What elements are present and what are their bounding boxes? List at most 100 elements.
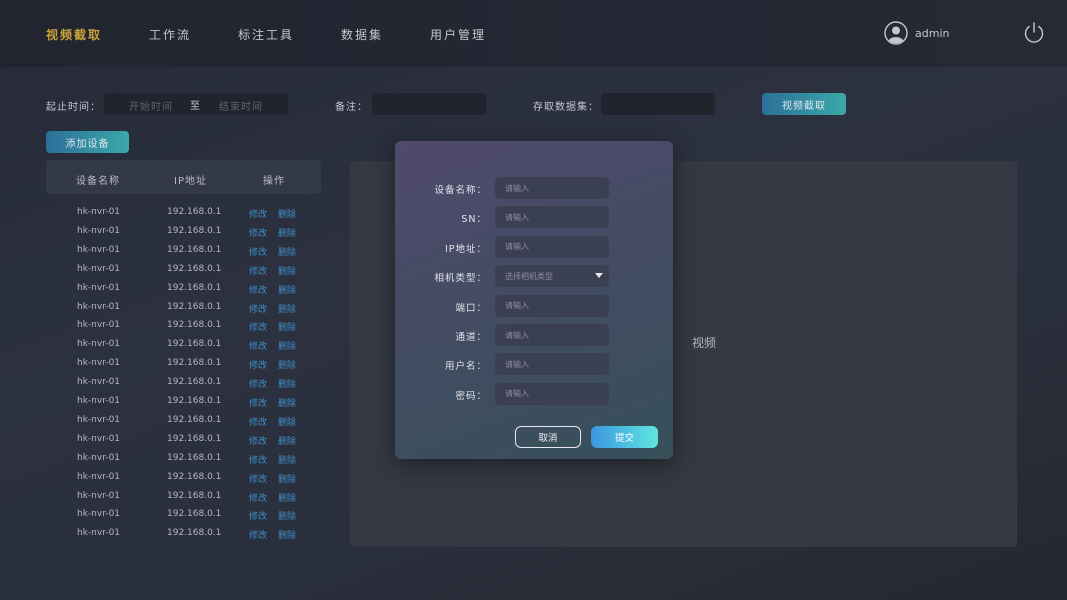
- edit-link[interactable]: 修改: [249, 472, 267, 485]
- device-name-cell: hk-nvr-01: [77, 471, 121, 482]
- device-name-cell: hk-nvr-01: [77, 452, 121, 463]
- column-header-ip: IP地址: [174, 176, 207, 187]
- form-label: IP地址：: [444, 243, 487, 255]
- ip-cell: 192.168.0.1: [167, 490, 222, 501]
- ip-cell: 192.168.0.1: [167, 244, 222, 255]
- dataset-label: 存取数据集：: [533, 102, 599, 113]
- edit-link[interactable]: 修改: [249, 264, 267, 277]
- device-name-cell: hk-nvr-01: [77, 358, 121, 369]
- device-name-cell: hk-nvr-01: [77, 339, 121, 350]
- power-icon[interactable]: [1022, 21, 1046, 45]
- delete-link[interactable]: 删除: [278, 509, 296, 522]
- table-row: hk-nvr-01 192.168.0.1 修改 删除: [46, 453, 321, 472]
- note-input[interactable]: [372, 93, 486, 115]
- note-label: 备注：: [335, 102, 368, 113]
- device-name-cell: hk-nvr-01: [77, 528, 121, 539]
- edit-link[interactable]: 修改: [249, 339, 267, 352]
- form-input[interactable]: [495, 382, 609, 405]
- cancel-button[interactable]: 取消: [515, 426, 581, 448]
- table-row: hk-nvr-01 192.168.0.1 修改 删除: [46, 434, 321, 453]
- delete-link[interactable]: 删除: [278, 207, 296, 220]
- delete-link[interactable]: 删除: [278, 226, 296, 239]
- time-range-separator: 至: [190, 101, 200, 112]
- form-input[interactable]: [495, 324, 609, 346]
- form-input[interactable]: [495, 177, 609, 199]
- delete-link[interactable]: 删除: [278, 245, 296, 258]
- form-input[interactable]: [495, 294, 609, 317]
- form-input[interactable]: [495, 235, 609, 258]
- table-row: hk-nvr-01 192.168.0.1 修改 删除: [46, 472, 321, 491]
- ip-cell: 192.168.0.1: [167, 320, 222, 331]
- delete-link[interactable]: 删除: [278, 453, 296, 466]
- ip-cell: 192.168.0.1: [167, 263, 222, 274]
- device-name-cell: hk-nvr-01: [77, 301, 121, 312]
- form-input[interactable]: [495, 353, 609, 376]
- table-row: hk-nvr-01 192.168.0.1 修改 删除: [46, 339, 321, 358]
- form-label: 通道：: [455, 332, 487, 343]
- delete-link[interactable]: 删除: [278, 283, 296, 296]
- ip-cell: 192.168.0.1: [167, 414, 222, 425]
- edit-link[interactable]: 修改: [249, 226, 267, 239]
- delete-link[interactable]: 删除: [278, 396, 296, 409]
- video-placeholder-label: 视频: [692, 336, 717, 350]
- edit-link[interactable]: 修改: [249, 283, 267, 296]
- device-name-cell: hk-nvr-01: [77, 377, 121, 388]
- edit-link[interactable]: 修改: [249, 396, 267, 409]
- edit-link[interactable]: 修改: [249, 358, 267, 371]
- delete-link[interactable]: 删除: [278, 528, 296, 541]
- delete-link[interactable]: 删除: [278, 264, 296, 277]
- delete-link[interactable]: 删除: [278, 320, 296, 333]
- video-capture-button[interactable]: 视频截取: [762, 93, 846, 115]
- delete-link[interactable]: 删除: [278, 415, 296, 428]
- form-label: 用户名：: [444, 361, 487, 373]
- start-time-input[interactable]: 开始时间: [129, 98, 173, 113]
- ip-cell: 192.168.0.1: [167, 471, 222, 482]
- column-header-actions: 操作: [263, 176, 285, 187]
- nav-item-annotation-tool[interactable]: 标注工具: [238, 26, 294, 43]
- ip-cell: 192.168.0.1: [167, 396, 222, 406]
- edit-link[interactable]: 修改: [249, 320, 267, 333]
- delete-link[interactable]: 删除: [278, 491, 296, 504]
- delete-link[interactable]: 删除: [278, 358, 296, 371]
- nav-item-dataset[interactable]: 数据集: [341, 26, 383, 43]
- delete-link[interactable]: 删除: [278, 377, 296, 390]
- edit-link[interactable]: 修改: [249, 302, 267, 315]
- delete-link[interactable]: 删除: [278, 434, 296, 447]
- ip-cell: 192.168.0.1: [167, 301, 222, 312]
- ip-cell: 192.168.0.1: [167, 433, 222, 444]
- ip-cell: 192.168.0.1: [167, 377, 222, 388]
- time-range-label: 起止时间：: [46, 102, 101, 113]
- delete-link[interactable]: 删除: [278, 339, 296, 352]
- edit-link[interactable]: 修改: [249, 245, 267, 258]
- edit-link[interactable]: 修改: [249, 415, 267, 428]
- edit-link[interactable]: 修改: [249, 377, 267, 390]
- nav-item-video-capture[interactable]: 视频截取: [46, 26, 102, 43]
- edit-link[interactable]: 修改: [249, 528, 267, 541]
- table-row: hk-nvr-01 192.168.0.1 修改 删除: [46, 396, 321, 415]
- edit-link[interactable]: 修改: [249, 491, 267, 504]
- top-nav-bar: 视频截取 工作流 标注工具 数据集 用户管理 admin: [0, 0, 1067, 67]
- delete-link[interactable]: 删除: [278, 472, 296, 485]
- user-name[interactable]: admin: [915, 27, 949, 40]
- dataset-input[interactable]: [601, 93, 715, 115]
- edit-link[interactable]: 修改: [249, 434, 267, 447]
- column-header-device-name: 设备名称: [76, 176, 120, 187]
- camera-type-select[interactable]: 选择相机类型: [495, 265, 609, 288]
- device-name-cell: hk-nvr-01: [77, 396, 121, 406]
- form-input[interactable]: [495, 206, 609, 229]
- edit-link[interactable]: 修改: [249, 453, 267, 466]
- nav-item-workflow[interactable]: 工作流: [149, 26, 191, 43]
- user-avatar-icon[interactable]: [884, 21, 908, 45]
- camera-type-placeholder: 选择相机类型: [505, 272, 553, 282]
- nav-item-user-management[interactable]: 用户管理: [430, 26, 486, 43]
- time-range-picker[interactable]: 开始时间 至 结束时间: [104, 93, 288, 115]
- end-time-input[interactable]: 结束时间: [219, 98, 263, 113]
- delete-link[interactable]: 删除: [278, 302, 296, 315]
- device-table-header: 设备名称 IP地址 操作: [46, 160, 321, 194]
- edit-link[interactable]: 修改: [249, 509, 267, 522]
- table-row: hk-nvr-01 192.168.0.1 修改 删除: [46, 264, 321, 283]
- submit-button[interactable]: 提交: [591, 426, 658, 448]
- add-device-button[interactable]: 添加设备: [46, 131, 129, 153]
- edit-link[interactable]: 修改: [249, 207, 267, 220]
- table-row: hk-nvr-01 192.168.0.1 修改 删除: [46, 509, 321, 528]
